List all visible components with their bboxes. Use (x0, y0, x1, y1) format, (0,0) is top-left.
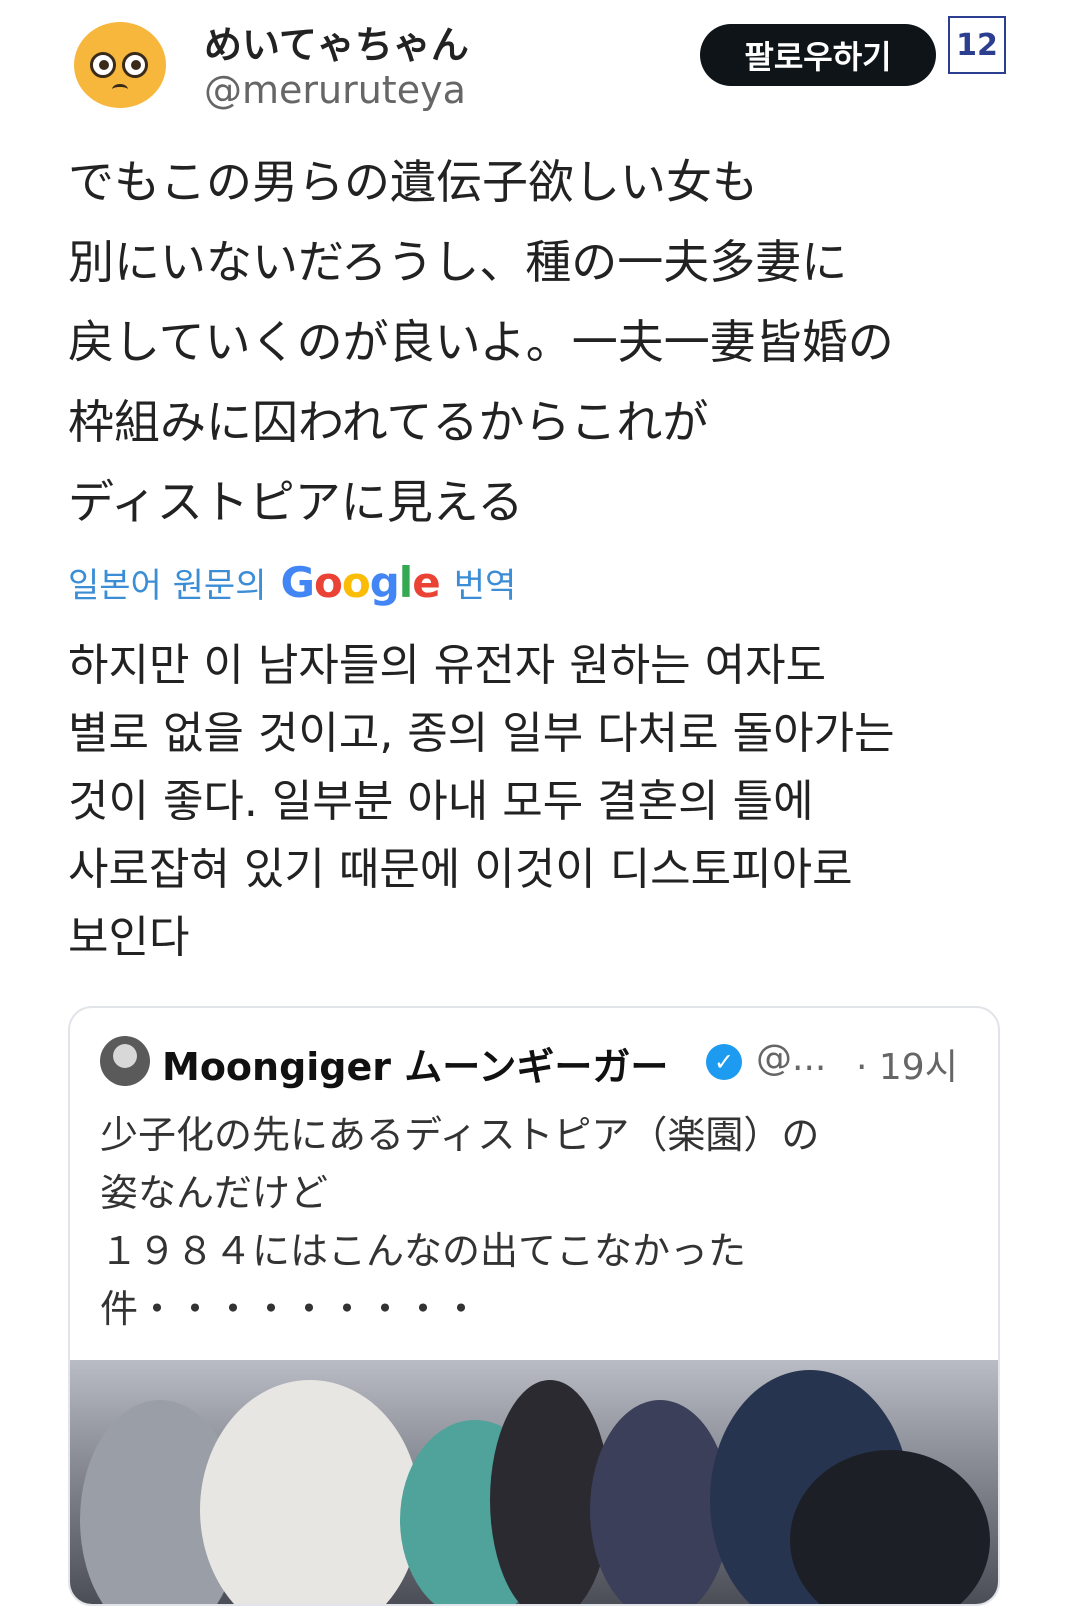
quoted-handle[interactable]: @... (756, 1038, 826, 1079)
tweet-line: 別にいないだろうし、種の一夫多妻に (68, 235, 848, 289)
tweet-line: でもこの男らの遺伝子欲しい女も (68, 155, 758, 209)
tweet-line: ディストピアに見える (68, 475, 524, 529)
translated-line: 사로잡혀 있기 때문에 이것이 디스토피아로 (68, 844, 853, 895)
tweet-translated-text: 하지만 이 남자들의 유전자 원하는 여자도 별로 없을 것이고, 종의 일부 … (68, 632, 1028, 972)
avatar-left-eye (90, 52, 116, 78)
translated-line: 보인다 (68, 912, 190, 963)
display-name[interactable]: めいてゃちゃん (204, 14, 469, 69)
translated-line: 것이 좋다. 일부분 아내 모두 결혼의 틀에 (68, 776, 814, 827)
media-figure (200, 1380, 420, 1604)
logo-letter: l (398, 558, 413, 607)
quoted-media-image[interactable] (70, 1360, 998, 1604)
quoted-timestamp[interactable]: · 19시 (856, 1038, 958, 1090)
quoted-line: 少子化の先にあるディストピア（楽園）の (100, 1113, 820, 1157)
avatar-mouth (112, 84, 128, 95)
user-handle[interactable]: @meruruteya (204, 68, 466, 112)
translation-prefix: 일본어 원문의 (68, 566, 267, 606)
logo-letter: g (369, 558, 400, 607)
avatar[interactable] (74, 22, 166, 108)
logo-letter: e (412, 558, 440, 607)
quoted-tweet-card[interactable]: Moongiger ムーンギーガー ✓ @... · 19시 少子化の先にあるデ… (68, 1006, 1000, 1606)
verified-badge-icon: ✓ (706, 1044, 742, 1080)
quoted-line: １９８４にはこんなの出てこなかった (100, 1229, 747, 1273)
quoted-line: 件・・・・・・・・・ (100, 1287, 481, 1331)
google-logo: Google (280, 558, 441, 607)
quoted-text: 少子化の先にあるディストピア（楽園）の 姿なんだけど １９８４にはこんなの出てこ… (100, 1106, 980, 1338)
media-figure (590, 1400, 730, 1604)
logo-letter: G (280, 558, 315, 607)
translated-line: 별로 없을 것이고, 종의 일부 다처로 돌아가는 (68, 708, 895, 759)
quoted-line: 姿なんだけど (100, 1171, 329, 1215)
tweet-line: 枠組みに囚われてるからこれが (68, 395, 709, 449)
logo-letter: o (341, 558, 371, 607)
translated-line: 하지만 이 남자들의 유전자 원하는 여자도 (68, 640, 827, 691)
page-number-badge: 12 (948, 16, 1006, 74)
follow-button[interactable]: 팔로우하기 (700, 24, 936, 86)
translation-suffix: 번역 (453, 566, 517, 606)
translation-link[interactable]: 일본어 원문의 Google 번역 (68, 558, 516, 607)
avatar-right-eye (122, 52, 148, 78)
quoted-avatar[interactable] (100, 1036, 150, 1086)
logo-letter: o (313, 558, 343, 607)
tweet-original-text: でもこの男らの遺伝子欲しい女も 別にいないだろうし、種の一夫多妻に 戻していくの… (68, 142, 1028, 542)
quoted-display-name[interactable]: Moongiger ムーンギーガー (162, 1036, 668, 1091)
tweet-line: 戻していくのが良いよ。一夫一妻皆婚の (68, 315, 894, 369)
